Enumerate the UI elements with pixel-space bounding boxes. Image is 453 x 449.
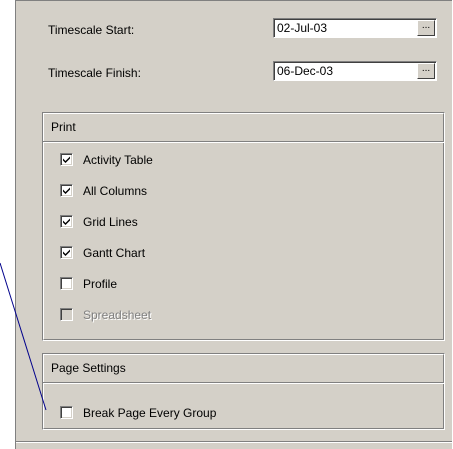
pointer-line (0, 262, 47, 411)
